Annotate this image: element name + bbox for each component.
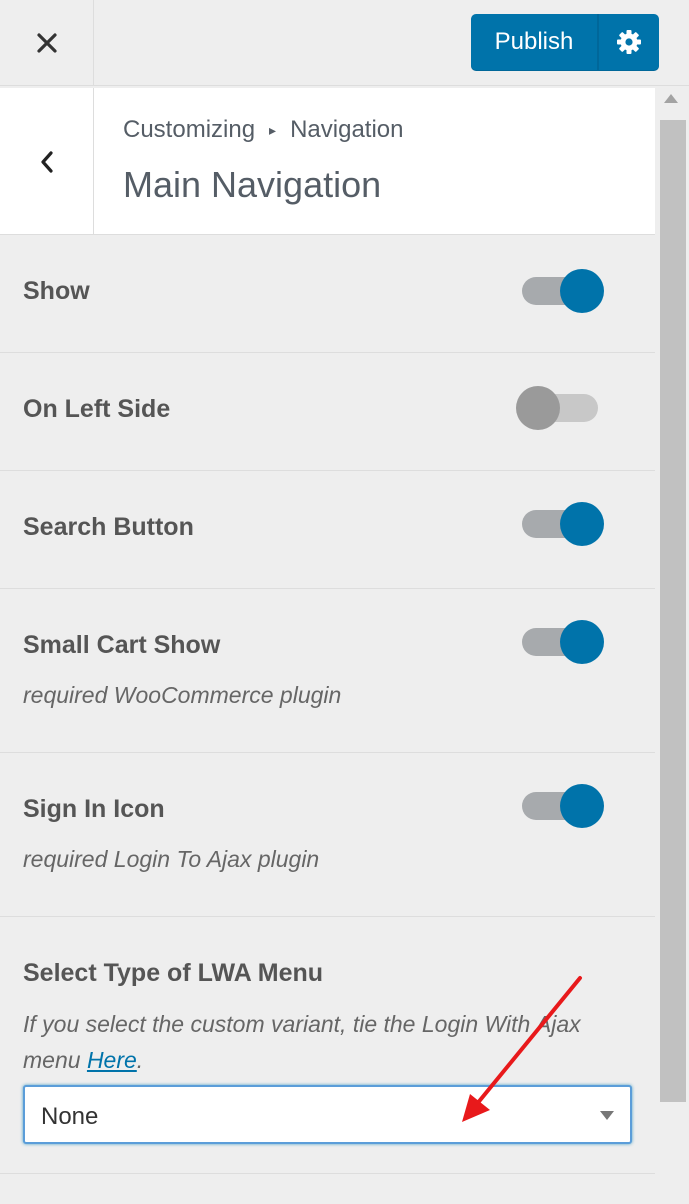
chevron-down-icon [600,1111,614,1120]
breadcrumb-separator-icon: ▸ [269,121,277,138]
scroll-up-arrow-icon[interactable] [664,94,678,103]
close-icon [36,33,57,53]
setting-label: On Left Side [23,395,171,423]
breadcrumb-root: Customizing [123,116,256,143]
setting-description: required Login To Ajax plugin [23,846,320,872]
publish-button-group: Publish [471,14,659,70]
small-cart-toggle[interactable] [520,618,606,666]
show-toggle[interactable] [520,267,606,315]
lwa-menu-here-link[interactable]: Here [87,1047,137,1073]
lwa-description-end: . [136,1047,144,1073]
setting-description: required WooCommerce plugin [23,682,342,708]
setting-row-sign-in-icon: Sign In Icon required Login To Ajax plug… [0,753,655,917]
setting-row-search-button: Search Button [0,471,655,589]
page-title: Main Navigation [123,164,382,205]
section-heading: Customizing ▸ Navigation Main Navigation [0,88,655,235]
setting-label: Small Cart Show [23,631,221,659]
scrollbar-thumb[interactable] [660,120,686,1102]
setting-row-small-cart: Small Cart Show required WooCommerce plu… [0,589,655,753]
setting-label: Show [23,277,90,305]
left-side-toggle[interactable] [516,384,606,432]
sign-in-icon-toggle[interactable] [520,782,606,830]
search-button-toggle[interactable] [520,500,606,548]
breadcrumb-section: Navigation [290,116,404,143]
publish-settings-button[interactable] [599,14,659,70]
close-button[interactable] [0,0,94,86]
setting-row-left-side: On Left Side [0,353,655,471]
gear-icon [617,30,641,54]
chevron-left-icon [40,150,53,173]
setting-label: Sign In Icon [23,795,165,823]
scrollbar[interactable] [657,88,689,1204]
publish-button[interactable]: Publish [471,14,599,70]
annotation-arrow-icon [462,976,582,1122]
customizer-header: Publish [0,0,689,86]
setting-label: Search Button [23,513,194,541]
breadcrumb: Customizing ▸ Navigation [123,116,403,144]
back-button[interactable] [0,88,94,235]
setting-label: Select Type of LWA Menu [23,959,324,987]
select-value: None [41,1103,99,1130]
setting-row-show: Show [0,236,655,353]
